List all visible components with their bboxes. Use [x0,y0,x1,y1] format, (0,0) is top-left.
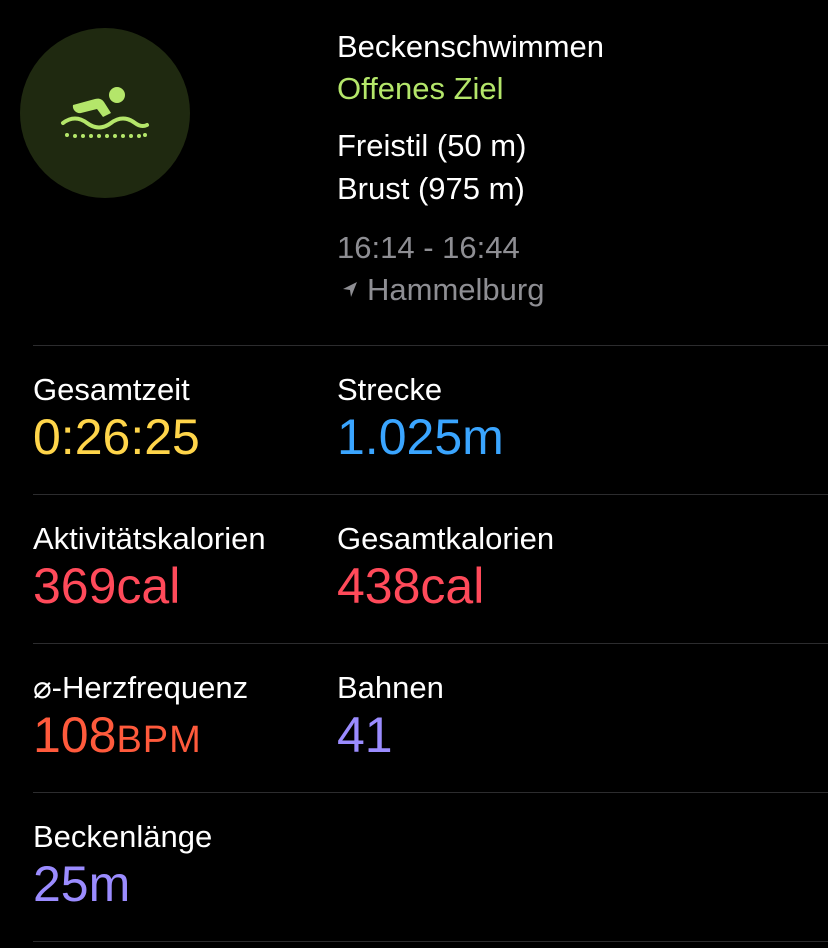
divider [33,643,828,644]
location-name: Hammelburg [367,272,545,307]
divider [33,941,828,942]
metric-label: Gesamtzeit [33,372,190,407]
metric-value: 1.025m [337,409,504,465]
metric-label: Gesamtkalorien [337,521,555,556]
metric-label: ⌀-Herzfrequenz [33,670,249,705]
metric-label: Aktivitätskalorien [33,521,266,556]
metric-label: Beckenlänge [33,819,213,854]
metric-label: Bahnen [337,670,444,705]
divider [33,494,828,495]
metric-value: 0:26:25 [33,409,200,465]
metric-laps: Bahnen 41 [337,670,637,764]
metric-active-calories: Aktivitätskalorien 369cal [33,521,333,615]
metric-total-calories: Gesamtkalorien 438cal [337,521,637,615]
metric-value: 25m [33,856,131,912]
metric-value: 438cal [337,558,485,614]
location-row: Hammelburg [337,269,817,311]
metric-avg-heart-rate: ⌀-Herzfrequenz 108BPM [33,670,333,769]
metric-value: 369cal [33,558,181,614]
workout-header: Beckenschwimmen Offenes Ziel Freistil (5… [0,0,828,345]
heart-rate-number: 108 [33,707,117,763]
workout-info: Beckenschwimmen Offenes Ziel Freistil (5… [337,26,817,311]
metric-value: 108BPM [33,706,333,769]
stroke-item: Freistil (50 m) [337,128,527,163]
metric-total-time: Gesamtzeit 0:26:25 [33,372,333,466]
metric-distance: Strecke 1.025m [337,372,637,466]
location-arrow-icon [343,282,357,297]
heart-rate-unit: BPM [116,719,202,761]
workout-name: Beckenschwimmen [337,29,605,64]
divider [33,792,828,793]
metric-value: 41 [337,707,393,763]
workout-goal: Offenes Ziel [337,71,504,106]
stroke-list: Freistil (50 m) Brust (975 m) [337,124,817,210]
swimmer-icon [61,87,149,138]
activity-badge [20,28,190,198]
stroke-item: Brust (975 m) [337,171,525,206]
divider [33,345,828,346]
metric-label: Strecke [337,372,443,407]
time-range: 16:14 - 16:44 [337,230,520,265]
metric-pool-length: Beckenlänge 25m [33,819,333,913]
